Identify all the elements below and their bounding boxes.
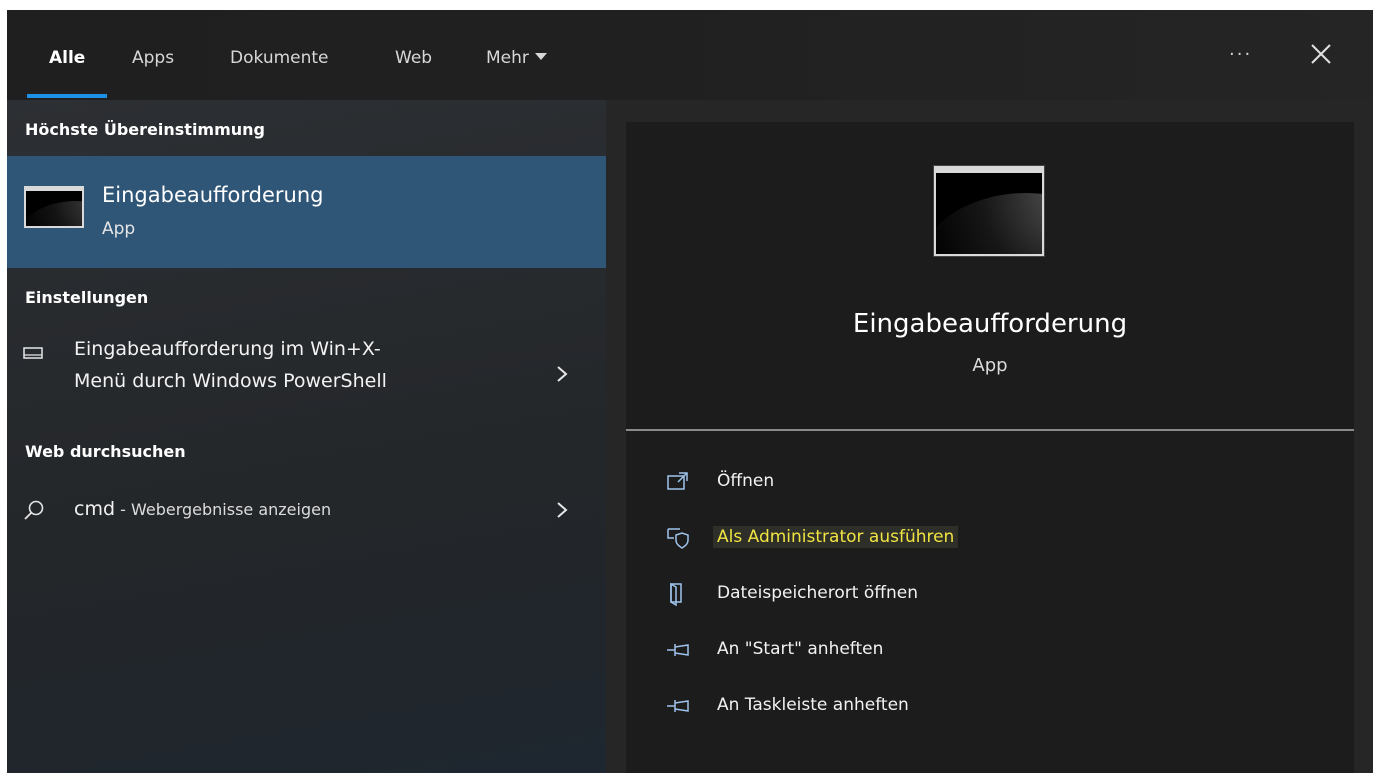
search-icon <box>23 499 45 521</box>
cmd-icon <box>24 186 84 228</box>
preview-title: Eingabeaufforderung <box>852 309 1128 339</box>
best-match-title: Eingabeaufforderung <box>102 183 324 207</box>
results-panel: Höchste Übereinstimmung Eingabeaufforder… <box>7 100 606 773</box>
action-pin-to-start-label: An "Start" anheften <box>717 639 884 659</box>
tab-more[interactable]: Mehr <box>486 48 547 68</box>
best-match-heading: Höchste Übereinstimmung <box>25 120 265 139</box>
settings-item-line1: Eingabeaufforderung im Win+X- <box>74 338 381 360</box>
display-icon <box>23 346 43 360</box>
action-run-as-admin[interactable]: Als Administrator ausführen <box>626 518 1354 558</box>
open-icon <box>666 470 690 494</box>
pin-icon <box>666 638 690 662</box>
action-pin-to-start[interactable]: An "Start" anheften <box>626 630 1354 670</box>
close-icon[interactable] <box>1305 38 1337 70</box>
best-match-subtitle: App <box>102 219 136 239</box>
tab-all[interactable]: Alle <box>49 48 85 68</box>
pin-icon <box>666 694 690 718</box>
search-window: Alle Apps Dokumente Web Mehr ··· Höchste… <box>7 10 1373 773</box>
action-pin-to-taskbar[interactable]: An Taskleiste anheften <box>626 686 1354 726</box>
best-match-item[interactable]: Eingabeaufforderung App <box>7 156 606 268</box>
web-search-text: cmd - Webergebnisse anzeigen <box>74 496 331 523</box>
settings-item-line2: Menü durch Windows PowerShell <box>74 370 387 392</box>
tab-bar: Alle Apps Dokumente Web Mehr ··· <box>7 10 1373 100</box>
action-open-file-location-label: Dateispeicherort öffnen <box>717 583 918 603</box>
action-open-file-location[interactable]: Dateispeicherort öffnen <box>626 574 1354 614</box>
divider <box>626 429 1354 431</box>
preview-panel: Eingabeaufforderung App Öffnen Als Admin… <box>626 122 1354 773</box>
tab-documents[interactable]: Dokumente <box>230 48 329 68</box>
cmd-icon <box>934 166 1044 256</box>
active-tab-indicator <box>27 94 107 98</box>
ellipsis-icon[interactable]: ··· <box>1229 40 1259 70</box>
chevron-right-icon[interactable] <box>555 500 569 520</box>
action-open[interactable]: Öffnen <box>626 462 1354 502</box>
action-pin-to-taskbar-label: An Taskleiste anheften <box>717 695 909 715</box>
web-search-item[interactable]: cmd - Webergebnisse anzeigen <box>7 492 606 532</box>
shield-icon <box>666 526 690 550</box>
tab-web[interactable]: Web <box>395 48 432 68</box>
preview-subtitle: App <box>972 355 1008 376</box>
folder-icon <box>666 582 690 607</box>
caret-down-icon <box>534 53 547 60</box>
web-heading: Web durchsuchen <box>25 442 186 461</box>
tab-more-label: Mehr <box>486 48 529 68</box>
settings-result-item[interactable]: Eingabeaufforderung im Win+X- Menü durch… <box>7 336 606 416</box>
action-open-label: Öffnen <box>717 471 775 491</box>
action-run-as-admin-label: Als Administrator ausführen <box>713 526 959 548</box>
tab-apps[interactable]: Apps <box>132 48 174 68</box>
chevron-right-icon[interactable] <box>555 364 569 384</box>
web-search-suffix: - Webergebnisse anzeigen <box>115 500 332 519</box>
settings-heading: Einstellungen <box>25 288 149 307</box>
web-search-query: cmd <box>74 498 116 520</box>
